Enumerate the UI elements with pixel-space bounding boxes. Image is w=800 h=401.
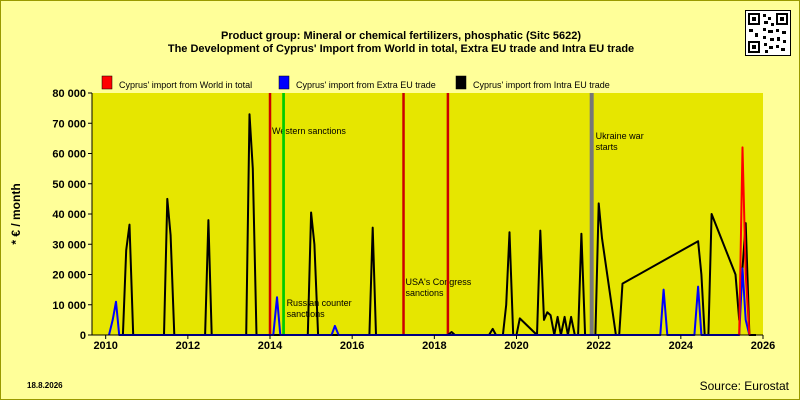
y-axis-label: * € / month bbox=[9, 183, 23, 244]
x-tick-label: 2018 bbox=[422, 340, 446, 352]
x-tick-label: 2016 bbox=[340, 340, 364, 352]
source-label: Source: Eurostat bbox=[699, 379, 789, 393]
y-tick-label: 40 000 bbox=[52, 209, 86, 221]
legend-swatch bbox=[101, 75, 113, 90]
legend-label: Cyprus' import from World in total bbox=[119, 80, 252, 90]
y-tick-label: 50 000 bbox=[52, 179, 86, 191]
y-tick-label: 10 000 bbox=[52, 300, 86, 312]
y-tick-label: 20 000 bbox=[52, 270, 86, 282]
date-printed: 18.8.2026 bbox=[27, 381, 63, 390]
chart-svg: Western sanctionsRussian counter sanction… bbox=[9, 75, 775, 352]
legend-label: Cyprus' import from Intra EU trade bbox=[473, 80, 610, 90]
y-tick-label: 60 000 bbox=[52, 149, 86, 161]
y-tick-label: 80 000 bbox=[52, 88, 86, 100]
y-tick-label: 30 000 bbox=[52, 239, 86, 251]
x-tick-label: 2024 bbox=[669, 340, 694, 352]
y-tick-label: 70 000 bbox=[52, 118, 86, 130]
y-tick-label: 0 bbox=[80, 330, 86, 342]
chart-window: Product group: Mineral or chemical ferti… bbox=[0, 0, 800, 400]
x-tick-label: 2020 bbox=[504, 340, 528, 352]
x-tick-label: 2012 bbox=[176, 340, 200, 352]
legend-swatch bbox=[278, 75, 290, 90]
legend-label: Cyprus' import from Extra EU trade bbox=[296, 80, 436, 90]
legend-swatch bbox=[455, 75, 467, 90]
x-tick-label: 2014 bbox=[258, 340, 283, 352]
x-tick-label: 2026 bbox=[751, 340, 775, 352]
x-tick-label: 2010 bbox=[93, 340, 117, 352]
x-tick-label: 2022 bbox=[586, 340, 610, 352]
